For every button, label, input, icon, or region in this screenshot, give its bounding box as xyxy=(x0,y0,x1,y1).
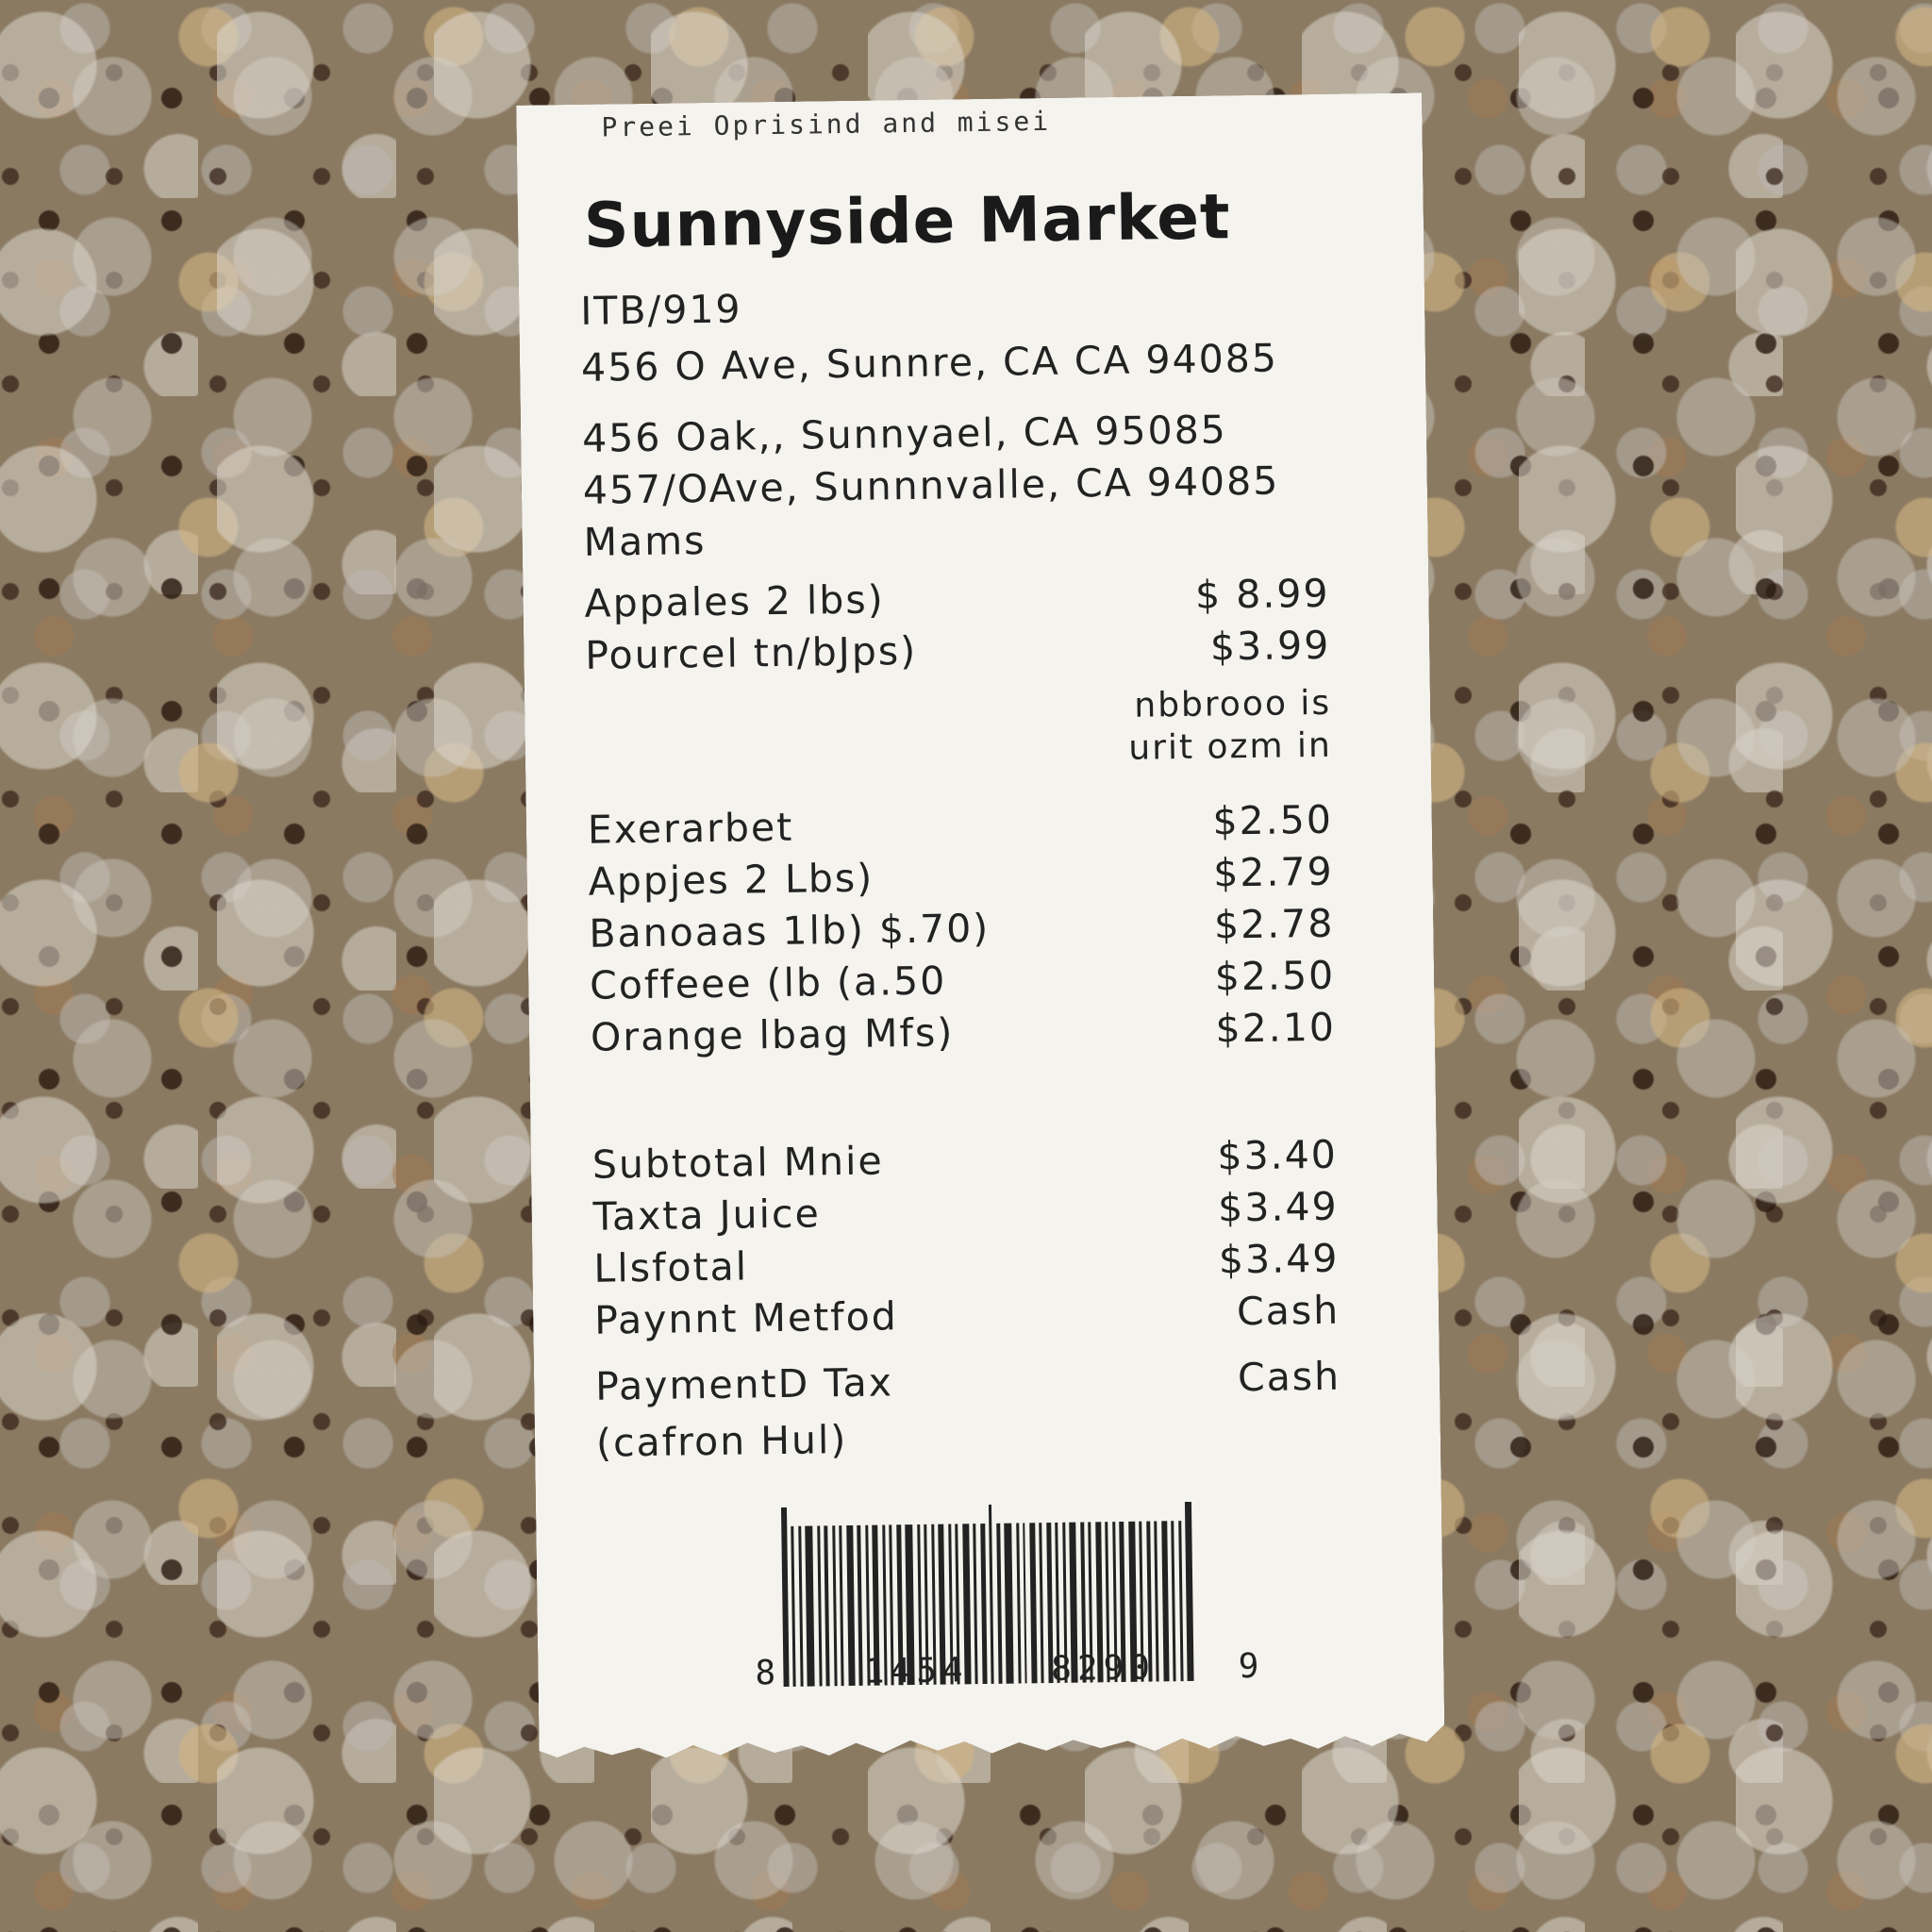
item-price: $2.50 xyxy=(1212,796,1334,844)
item-price: $2.10 xyxy=(1215,1004,1337,1052)
payment-value: Cash xyxy=(1237,1353,1341,1401)
receipt-header-note: Preei Oprisind and misei xyxy=(601,105,1052,143)
barcode-digit: 8290 xyxy=(1050,1648,1157,1690)
item-name: Coffeee (lb (a.50 xyxy=(589,958,947,1008)
barcode-digit: 8 xyxy=(755,1654,782,1693)
note-line: nbbrooo is xyxy=(1134,683,1332,725)
item-price: $2.79 xyxy=(1212,848,1334,896)
address-line: Mams xyxy=(583,518,707,565)
item-price: $2.50 xyxy=(1214,952,1336,1000)
total-label: Llsfotal xyxy=(593,1243,749,1291)
item-name: Banoaas 1lb) $.70) xyxy=(589,905,991,957)
total-value: $3.40 xyxy=(1217,1131,1339,1179)
address-line: 457/OAve, Sunnnvalle, CA 94085 xyxy=(582,458,1280,513)
footer-line: (cafron Hul) xyxy=(595,1417,848,1466)
note-line: urit ozm in xyxy=(1128,725,1333,768)
total-label: Taxta Juice xyxy=(592,1191,822,1240)
receipt: Preei Oprisind and misei Sunnyside Marke… xyxy=(516,92,1446,1840)
item-price: $ 8.99 xyxy=(1194,570,1330,618)
barcode-digit: 9 xyxy=(1238,1646,1265,1687)
total-row: Subtotal Mnie $3.40 xyxy=(592,1132,1339,1188)
address-line: 456 O Ave, Sunnre, CA CA 94085 xyxy=(580,335,1279,391)
total-value: $3.49 xyxy=(1217,1183,1339,1231)
line-item: Orange lbag Mfs) $2.10 xyxy=(591,1005,1337,1060)
item-name: Appjes 2 Lbs) xyxy=(588,855,874,905)
payment-value: Cash xyxy=(1236,1287,1341,1335)
payment-row: PaymentD Tax Cash xyxy=(595,1354,1341,1409)
item-price: $3.99 xyxy=(1209,622,1331,670)
line-item: Pourcel tn/bJps) $3.99 xyxy=(585,623,1331,678)
line-item: Coffeee (lb (a.50 $2.50 xyxy=(590,953,1336,1008)
store-name: Sunnyside Market xyxy=(583,180,1232,262)
total-value: $3.49 xyxy=(1218,1235,1340,1283)
line-item: Appjes 2 Lbs) $2.79 xyxy=(588,849,1334,905)
payment-label: Paynnt Metfod xyxy=(593,1293,899,1343)
address-line: 456 Oak,, Sunnyael, CA 95085 xyxy=(581,407,1228,461)
line-item: Appales 2 lbs) $ 8.99 xyxy=(584,571,1330,626)
item-name: Exerarbet xyxy=(587,804,794,853)
line-item: Banoaas 1lb) $.70) $2.78 xyxy=(589,901,1335,957)
total-row: Llsfotal $3.49 xyxy=(593,1236,1340,1291)
payment-label: PaymentD Tax xyxy=(594,1359,894,1409)
item-name: Pourcel tn/bJps) xyxy=(585,627,918,678)
item-name: Appales 2 lbs) xyxy=(584,576,886,626)
payment-row: Paynnt Metfod Cash xyxy=(594,1288,1341,1343)
total-label: Subtotal Mnie xyxy=(591,1138,884,1188)
barcode-digits: 8 1454 8290 9 xyxy=(755,1647,1265,1693)
code-line: ITB/919 xyxy=(579,286,742,334)
line-item: Exerarbet $2.50 xyxy=(588,797,1334,853)
total-row: Taxta Juice $3.49 xyxy=(592,1184,1339,1240)
item-price: $2.78 xyxy=(1213,900,1335,948)
item-name: Orange lbag Mfs) xyxy=(590,1009,955,1060)
barcode-digit: 1454 xyxy=(863,1651,969,1691)
